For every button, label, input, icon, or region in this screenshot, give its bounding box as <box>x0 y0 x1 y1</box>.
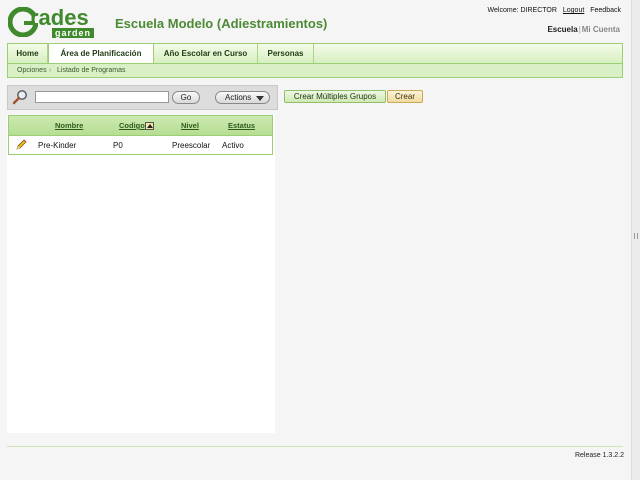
school-separator: | <box>578 25 581 34</box>
vertical-scrollbar[interactable] <box>631 0 640 480</box>
sort-ascending-icon[interactable] <box>145 122 154 130</box>
go-button[interactable]: Go <box>172 91 200 104</box>
cell-nivel: Preescolar <box>172 141 211 150</box>
column-estatus[interactable]: Estatus <box>228 121 255 130</box>
actions-button[interactable]: Actions <box>215 91 270 104</box>
welcome-text: Welcome: DIRECTOR <box>487 7 557 14</box>
cell-codigo: P0 <box>113 141 123 150</box>
feedback-link[interactable]: Feedback <box>590 7 621 14</box>
main-nav: Home Área de Planificación Año Escolar e… <box>7 43 623 65</box>
grades-garden-logo[interactable]: rades garden <box>8 5 104 38</box>
school-title: Escuela Modelo (Adiestramientos) <box>115 16 328 31</box>
tab-home[interactable]: Home <box>8 44 48 64</box>
column-nombre[interactable]: Nombre <box>55 121 83 130</box>
my-account-link[interactable]: Mi Cuenta <box>582 25 620 34</box>
logo-subtext: garden <box>52 28 95 38</box>
cell-nombre: Pre-Kinder <box>38 141 77 150</box>
school-switch: Escuela|Mi Cuenta <box>547 25 620 34</box>
breadcrumb: Opciones › Listado de Programas <box>7 63 623 78</box>
tab-ano-escolar[interactable]: Año Escolar en Curso <box>154 44 258 64</box>
chevron-down-icon <box>256 96 264 101</box>
table-header: Nombre Codigo Nivel Estatus <box>8 115 273 136</box>
edit-pencil-icon[interactable] <box>15 139 27 151</box>
column-codigo[interactable]: Codigo <box>119 121 145 130</box>
search-toolbar: Go Actions <box>7 85 278 110</box>
logout-link[interactable]: Logout <box>563 7 584 14</box>
breadcrumb-opciones[interactable]: Opciones <box>17 64 47 77</box>
search-icon <box>12 90 27 105</box>
actions-label: Actions <box>225 93 252 102</box>
tab-area-planificacion[interactable]: Área de Planificación <box>48 44 154 65</box>
logo-text: rades <box>30 5 89 30</box>
search-input[interactable] <box>35 91 169 103</box>
column-nivel[interactable]: Nivel <box>181 121 199 130</box>
breadcrumb-listado: Listado de Programas <box>57 67 126 74</box>
tab-personas[interactable]: Personas <box>258 44 314 64</box>
breadcrumb-separator: › <box>49 67 52 74</box>
school-current: Escuela <box>547 25 578 34</box>
user-bar: Welcome: DIRECTOR Logout Feedback <box>484 7 621 14</box>
create-multiple-groups-button[interactable]: Crear Múltiples Grupos <box>284 90 386 103</box>
cell-estatus: Activo <box>222 141 244 150</box>
table-row[interactable]: Pre-Kinder P0 Preescolar Activo <box>8 136 273 155</box>
scrollbar-grip[interactable] <box>634 233 638 239</box>
footer-divider <box>7 446 623 447</box>
release-version: Release 1.3.2.2 <box>574 452 624 459</box>
create-button[interactable]: Crear <box>387 90 423 103</box>
programs-panel: Nombre Codigo Nivel Estatus Pre-Kinder P… <box>7 115 275 433</box>
